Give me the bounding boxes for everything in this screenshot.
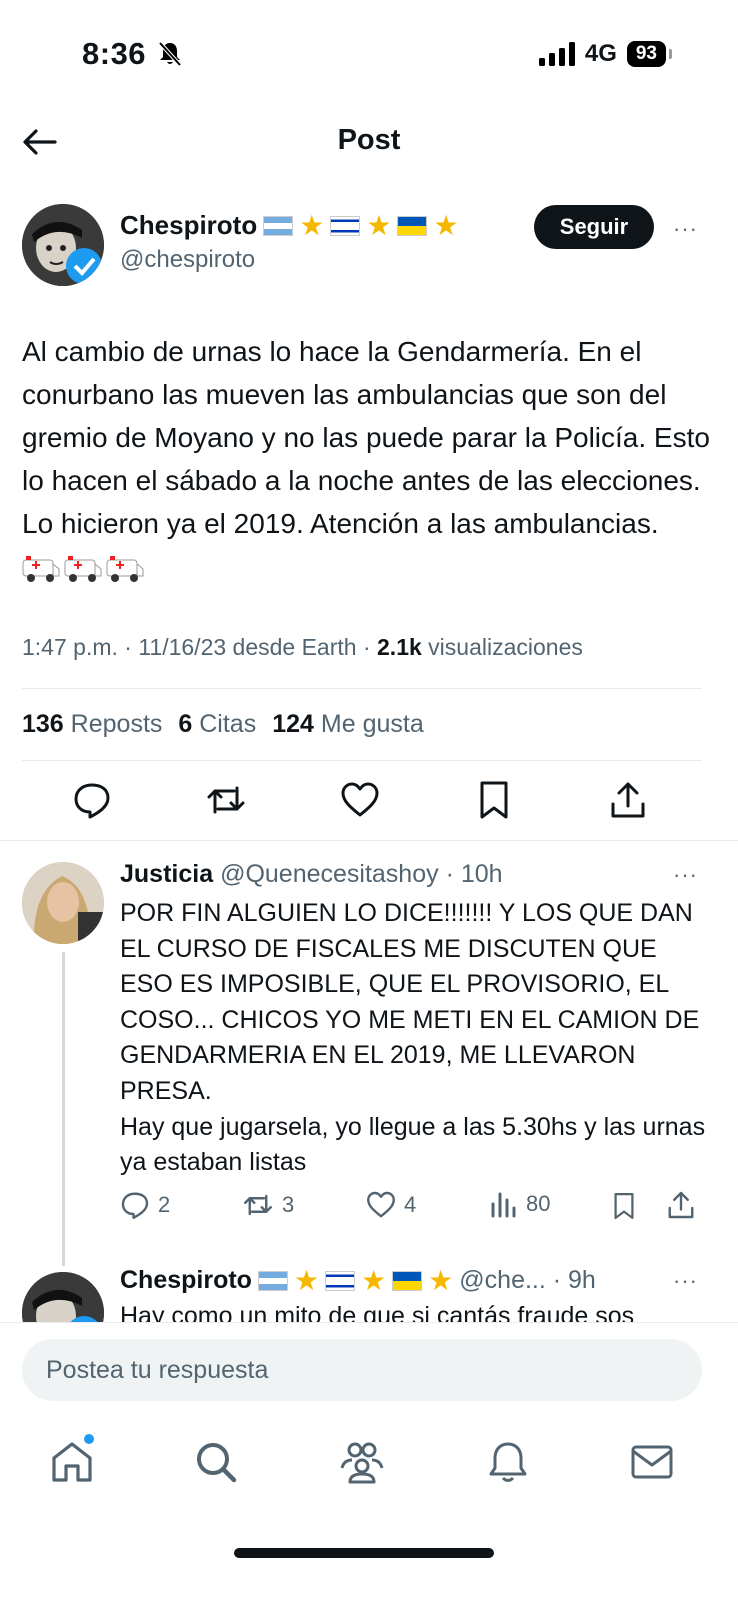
page-title: Post <box>337 124 401 156</box>
avatar[interactable] <box>22 862 104 944</box>
battery-icon: 93 <box>626 41 673 67</box>
bookmark-icon[interactable] <box>474 780 514 820</box>
reply-count: 2 <box>158 1192 171 1217</box>
avatar[interactable] <box>22 204 104 286</box>
ambulance-emojis <box>22 554 144 584</box>
reply-text: Hay como un mito de que si cantás fraude… <box>120 1302 635 1322</box>
ambulance-icon <box>106 555 144 582</box>
israel-flag-icon <box>330 215 361 236</box>
star-icon: ★ <box>361 1266 387 1296</box>
quotes-stat[interactable]: 6 Citas <box>178 710 256 739</box>
views-count: 80 <box>526 1191 551 1216</box>
home-icon[interactable] <box>48 1438 96 1486</box>
repost-count: 3 <box>282 1192 295 1217</box>
ambulance-icon <box>64 555 102 582</box>
author-handle[interactable]: @chespiroto <box>120 246 255 274</box>
argentina-flag-icon <box>263 215 294 236</box>
author-name[interactable]: Chespiroto <box>120 210 257 241</box>
post-text: Al cambio de urnas lo hace la Gendarmerí… <box>22 330 712 588</box>
like-count: 4 <box>404 1192 417 1217</box>
search-icon[interactable] <box>192 1438 240 1486</box>
communities-icon[interactable] <box>338 1438 386 1486</box>
messages-icon[interactable] <box>628 1438 676 1486</box>
reply-input[interactable]: Postea tu respuesta <box>22 1339 702 1401</box>
bookmark-icon[interactable] <box>610 1190 638 1222</box>
views-label: visualizaciones <box>421 634 583 660</box>
post-meta: 1:47 p.m. · 11/16/23 desde Earth · 2.1k … <box>22 634 583 661</box>
ambulance-icon <box>22 555 60 582</box>
post-stats: 136 Reposts 6 Citas 124 Me gusta <box>22 710 424 739</box>
post-body: Al cambio de urnas lo hace la Gendarmerí… <box>22 336 710 539</box>
reply-repost-button[interactable]: 3 <box>242 1190 294 1220</box>
like-icon <box>367 1191 395 1218</box>
star-icon: ★ <box>428 1266 454 1296</box>
reply-views-button[interactable]: 80 <box>490 1190 550 1218</box>
reply-handle-time: @che... · 9h <box>459 1266 596 1294</box>
reply-icon <box>121 1192 149 1219</box>
star-icon: ★ <box>299 209 325 241</box>
status-indicators: 4G 93 <box>538 40 673 68</box>
views-count[interactable]: 2.1k <box>377 634 422 660</box>
reply-reply-button[interactable]: 2 <box>120 1190 170 1220</box>
divider <box>22 760 702 761</box>
reply-post[interactable]: Chespiroto ★ ★ ★ @che... · 9h ··· Hay co… <box>0 1266 738 1322</box>
reply-author-name[interactable]: Justicia <box>120 860 213 888</box>
israel-flag-icon <box>325 1270 356 1291</box>
author-name-row: Chespiroto ★ ★ ★ <box>120 210 459 241</box>
divider <box>0 840 738 841</box>
post-timestamp: 1:47 p.m. · 11/16/23 desde Earth · <box>22 634 378 660</box>
reply-author-name[interactable]: Chespiroto <box>120 1266 252 1295</box>
reply-icon[interactable] <box>72 780 112 820</box>
star-icon: ★ <box>433 209 459 241</box>
reply-text: POR FIN ALGUIEN LO DICE!!!!!!! Y LOS QUE… <box>120 899 706 1177</box>
share-icon[interactable] <box>666 1190 696 1220</box>
likes-stat[interactable]: 124 Me gusta <box>272 710 424 739</box>
repost-icon <box>244 1194 272 1216</box>
argentina-flag-icon <box>257 1270 288 1291</box>
reply-like-button[interactable]: 4 <box>366 1190 416 1220</box>
more-options-icon[interactable]: ··· <box>673 216 698 242</box>
more-options-icon[interactable]: ··· <box>673 1268 698 1294</box>
reply-header: Chespiroto ★ ★ ★ @che... · 9h <box>120 1266 596 1295</box>
star-icon: ★ <box>366 209 392 241</box>
signal-icon <box>538 42 575 66</box>
thread-line <box>62 952 65 1266</box>
reply-composer-area: Postea tu respuesta <box>0 1322 738 1422</box>
star-icon: ★ <box>293 1266 320 1296</box>
bottom-tab-bar <box>0 1422 738 1542</box>
reply-header: Justicia @Quenecesitashoy · 10h <box>120 860 503 889</box>
status-bar: 8:36 4G 93 <box>0 0 738 110</box>
ukraine-flag-icon <box>392 1270 423 1291</box>
post-actions <box>0 780 738 824</box>
reposts-stat[interactable]: 136 Reposts <box>22 710 162 739</box>
reply-actions: 2 3 4 80 <box>120 1190 710 1226</box>
reply-handle-time: @Quenecesitashoy · 10h <box>220 860 503 888</box>
home-indicator[interactable] <box>234 1548 494 1558</box>
notification-dot <box>84 1434 94 1444</box>
follow-button[interactable]: Seguir <box>534 205 654 249</box>
network-type: 4G <box>584 40 617 67</box>
bell-slash-icon <box>158 41 182 72</box>
divider <box>22 688 702 689</box>
status-time: 8:36 <box>82 36 147 71</box>
share-icon[interactable] <box>608 780 648 820</box>
avatar[interactable] <box>22 1272 104 1322</box>
ukraine-flag-icon <box>397 215 428 236</box>
views-icon <box>491 1192 516 1218</box>
notifications-icon[interactable] <box>484 1438 532 1486</box>
more-options-icon[interactable]: ··· <box>673 862 698 888</box>
like-icon[interactable] <box>340 780 380 820</box>
repost-icon[interactable] <box>206 780 246 820</box>
top-bar: Post <box>0 110 738 174</box>
